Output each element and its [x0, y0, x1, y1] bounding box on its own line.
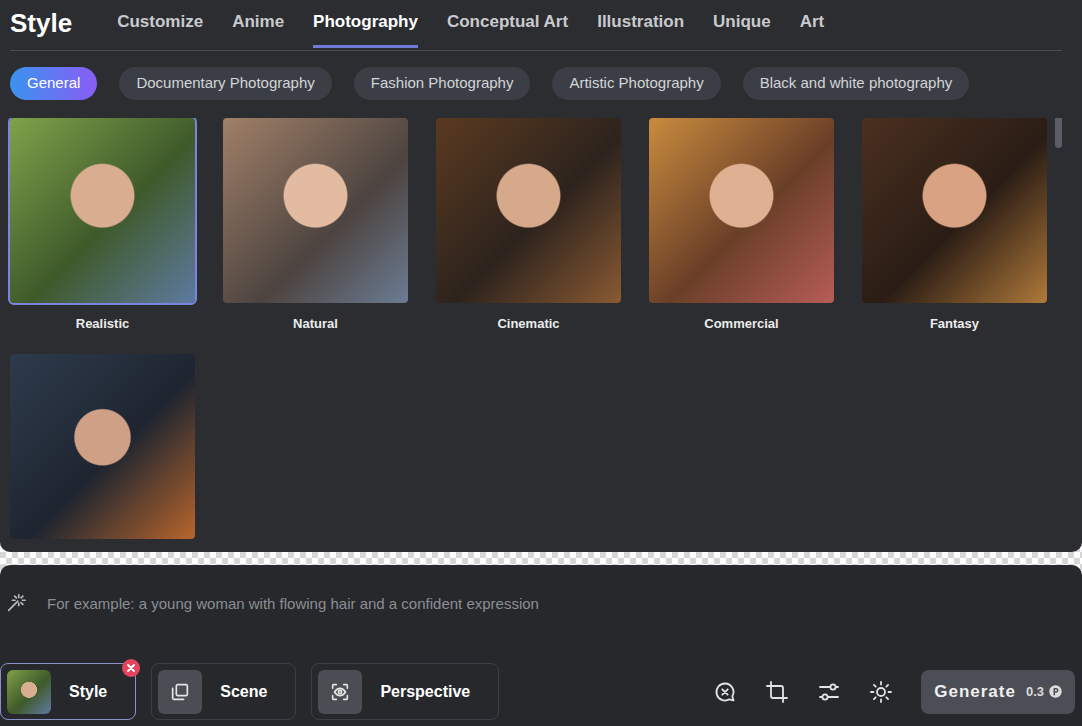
subcategory-chip[interactable]: Fashion Photography	[354, 67, 531, 100]
chip-icon-box	[318, 670, 362, 714]
style-preview[interactable]	[223, 118, 408, 303]
option-chip[interactable]: Scene	[151, 663, 296, 720]
chip-icon-box	[158, 670, 202, 714]
style-caption: Fantasy	[862, 316, 1047, 332]
magic-wand-icon	[5, 592, 27, 614]
style-preview[interactable]	[649, 118, 834, 303]
clear-chat-icon[interactable]	[713, 680, 737, 704]
subcategory-chip[interactable]: Artistic Photography	[552, 67, 720, 100]
eye-icon	[329, 681, 351, 703]
crop-icon[interactable]	[765, 680, 789, 704]
category-tab[interactable]: Illustration	[597, 13, 684, 48]
toolbar: Style Scene Perspective Generate 0.3	[0, 663, 1082, 726]
panel-title: Style	[10, 10, 72, 50]
subcategory-chip[interactable]: Documentary Photography	[119, 67, 331, 100]
style-gallery[interactable]: Realistic Natural Cinematic Commercial Fanta…	[0, 118, 1082, 541]
category-tab[interactable]: Art	[800, 13, 825, 48]
style-card[interactable]: Cinematic	[436, 118, 621, 332]
option-chip[interactable]: Perspective	[311, 663, 499, 720]
style-caption: Cinematic	[436, 316, 621, 332]
chip-label: Scene	[220, 680, 267, 704]
remove-icon[interactable]	[122, 659, 140, 677]
subcategory-label: Documentary Photography	[136, 72, 314, 95]
generate-button[interactable]: Generate 0.3	[921, 670, 1075, 714]
style-preview[interactable]	[10, 354, 195, 539]
style-card[interactable]: Commercial	[649, 118, 834, 332]
category-tab[interactable]: Unique	[713, 13, 771, 48]
style-card[interactable]: Realistic	[10, 118, 195, 332]
style-caption: Natural	[223, 316, 408, 332]
sliders-icon[interactable]	[817, 680, 841, 704]
subcategory-label: General	[27, 72, 80, 95]
category-tab[interactable]: Customize	[117, 13, 203, 48]
tool-icons	[713, 680, 893, 704]
style-header: Style Customize Anime Photography Conceptua…	[10, 0, 1062, 51]
prompt-panel: Style Scene Perspective Generate 0.3	[0, 565, 1082, 726]
style-preview[interactable]	[436, 118, 621, 303]
cost-value: 0.3	[1026, 682, 1044, 702]
layers-icon	[169, 681, 191, 703]
subcategory-chip[interactable]: Black and white photography	[743, 67, 970, 100]
option-chips: Style Scene Perspective	[0, 663, 499, 720]
subcategory-label: Artistic Photography	[569, 72, 703, 95]
subcategory-label: Black and white photography	[760, 72, 953, 95]
style-caption: Realistic	[10, 316, 195, 332]
option-chip[interactable]: Style	[0, 663, 136, 720]
prompt-input[interactable]	[47, 591, 1067, 615]
style-caption: Commercial	[649, 316, 834, 332]
canvas-strip	[0, 552, 1082, 565]
style-thumbnail	[7, 670, 51, 714]
generate-label: Generate	[934, 679, 1016, 705]
prompt-row	[0, 565, 1082, 615]
category-tab[interactable]: Conceptual Art	[447, 13, 568, 48]
style-card[interactable]	[10, 354, 195, 539]
style-preview[interactable]	[10, 118, 195, 303]
subcategory-label: Fashion Photography	[371, 72, 514, 95]
style-card[interactable]: Fantasy	[862, 118, 1047, 332]
scrollbar-thumb[interactable]	[1055, 118, 1062, 148]
chip-label: Perspective	[380, 680, 470, 704]
brightness-icon[interactable]	[869, 680, 893, 704]
coin-icon	[1048, 684, 1063, 699]
category-tabs: Customize Anime Photography Conceptual Art I…	[117, 13, 824, 50]
subcategory-chip[interactable]: General	[10, 67, 97, 100]
chip-label: Style	[69, 680, 107, 704]
style-card[interactable]: Natural	[223, 118, 408, 332]
style-preview[interactable]	[862, 118, 1047, 303]
subcategory-chips: General Documentary Photography Fashion Ph…	[0, 51, 1082, 100]
category-tab[interactable]: Photography	[313, 13, 418, 48]
style-panel: Style Customize Anime Photography Conceptua…	[0, 0, 1082, 552]
generate-cost: 0.3	[1026, 682, 1063, 702]
category-tab[interactable]: Anime	[232, 13, 284, 48]
